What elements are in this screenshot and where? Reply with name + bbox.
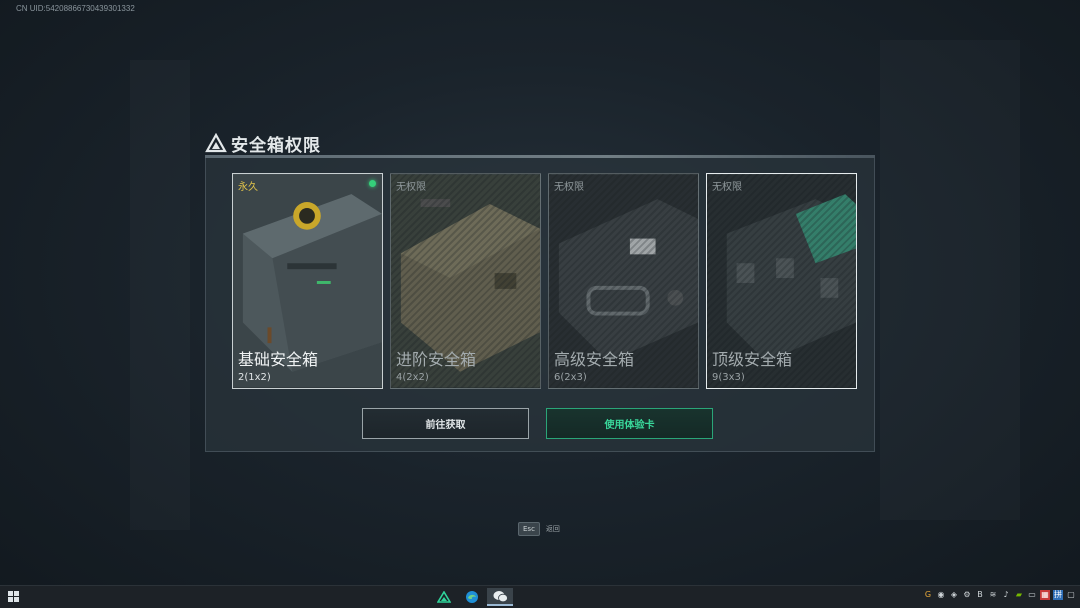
card-status-label: 无权限 <box>712 182 742 193</box>
taskbar-wechat-app[interactable] <box>487 588 513 606</box>
safe-box-card-list: 永久 基础安全箱 2(1x2) 无权限 进阶安全箱 4(2x2) 无权限 高级安… <box>232 173 857 389</box>
warning-triangle-icon <box>205 133 227 153</box>
safe-box-card-top[interactable]: 无权限 顶级安全箱 9(3x3) <box>706 173 857 389</box>
battery-icon[interactable]: ▭ <box>1027 590 1037 600</box>
nvidia-icon[interactable]: ▰ <box>1014 590 1024 600</box>
edge-icon <box>466 591 478 603</box>
card-name: 顶级安全箱 <box>712 350 793 369</box>
wifi-icon[interactable]: ≋ <box>988 590 998 600</box>
taskbar-edge-app[interactable] <box>459 588 485 606</box>
volume-icon[interactable]: ♪ <box>1001 590 1011 600</box>
card-name: 高级安全箱 <box>554 350 635 369</box>
taskbar: G ◉ ◈ ⚙ B ≋ ♪ ▰ ▭ ▦ 拼 ▢ <box>0 585 1080 608</box>
b-icon[interactable]: B <box>975 590 985 600</box>
settings-icon[interactable]: ⚙ <box>962 590 972 600</box>
uid-label: CN UID:54208866730439301332 <box>16 4 135 13</box>
taskbar-game-app[interactable] <box>431 588 457 606</box>
go-obtain-button[interactable]: 前往获取 <box>362 408 529 439</box>
game-icon <box>437 591 451 603</box>
esc-back-hint[interactable]: Esc 返回 <box>518 522 560 536</box>
wechat-icon[interactable]: ◉ <box>936 590 946 600</box>
back-label: 返回 <box>545 525 560 533</box>
card-capacity: 6(2x3) <box>554 372 587 383</box>
card-capacity: 4(2x2) <box>396 372 429 383</box>
card-capacity: 9(3x3) <box>712 372 745 383</box>
chat-icon[interactable]: ▢ <box>1066 590 1076 600</box>
windows-start-icon[interactable] <box>8 591 19 602</box>
safe-box-permission-dialog: 永久 基础安全箱 2(1x2) 无权限 进阶安全箱 4(2x2) 无权限 高级安… <box>205 158 875 452</box>
card-status-label: 永久 <box>238 182 258 193</box>
card-name: 进阶安全箱 <box>396 350 477 369</box>
card-capacity: 2(1x2) <box>238 372 271 383</box>
wechat-icon <box>493 590 508 602</box>
cube-icon[interactable]: ◈ <box>949 590 959 600</box>
system-tray: G ◉ ◈ ⚙ B ≋ ♪ ▰ ▭ ▦ 拼 ▢ <box>923 590 1076 600</box>
esc-key: Esc <box>518 522 540 536</box>
equipped-indicator <box>369 180 376 187</box>
safe-box-card-advanced[interactable]: 无权限 进阶安全箱 4(2x2) <box>390 173 541 389</box>
g-icon[interactable]: G <box>923 590 933 600</box>
background-panel <box>130 60 190 530</box>
safe-box-card-premium[interactable]: 无权限 高级安全箱 6(2x3) <box>548 173 699 389</box>
input-icon[interactable]: 拼 <box>1053 590 1063 600</box>
card-name: 基础安全箱 <box>238 350 319 369</box>
calendar-icon[interactable]: ▦ <box>1040 590 1050 600</box>
card-status-label: 无权限 <box>554 182 584 193</box>
dialog-header: 安全箱权限 <box>205 130 321 156</box>
card-status-label: 无权限 <box>396 182 426 193</box>
dialog-title: 安全箱权限 <box>231 135 321 156</box>
use-trial-card-button[interactable]: 使用体验卡 <box>546 408 713 439</box>
safe-box-card-basic[interactable]: 永久 基础安全箱 2(1x2) <box>232 173 383 389</box>
background-panel <box>880 40 1020 520</box>
